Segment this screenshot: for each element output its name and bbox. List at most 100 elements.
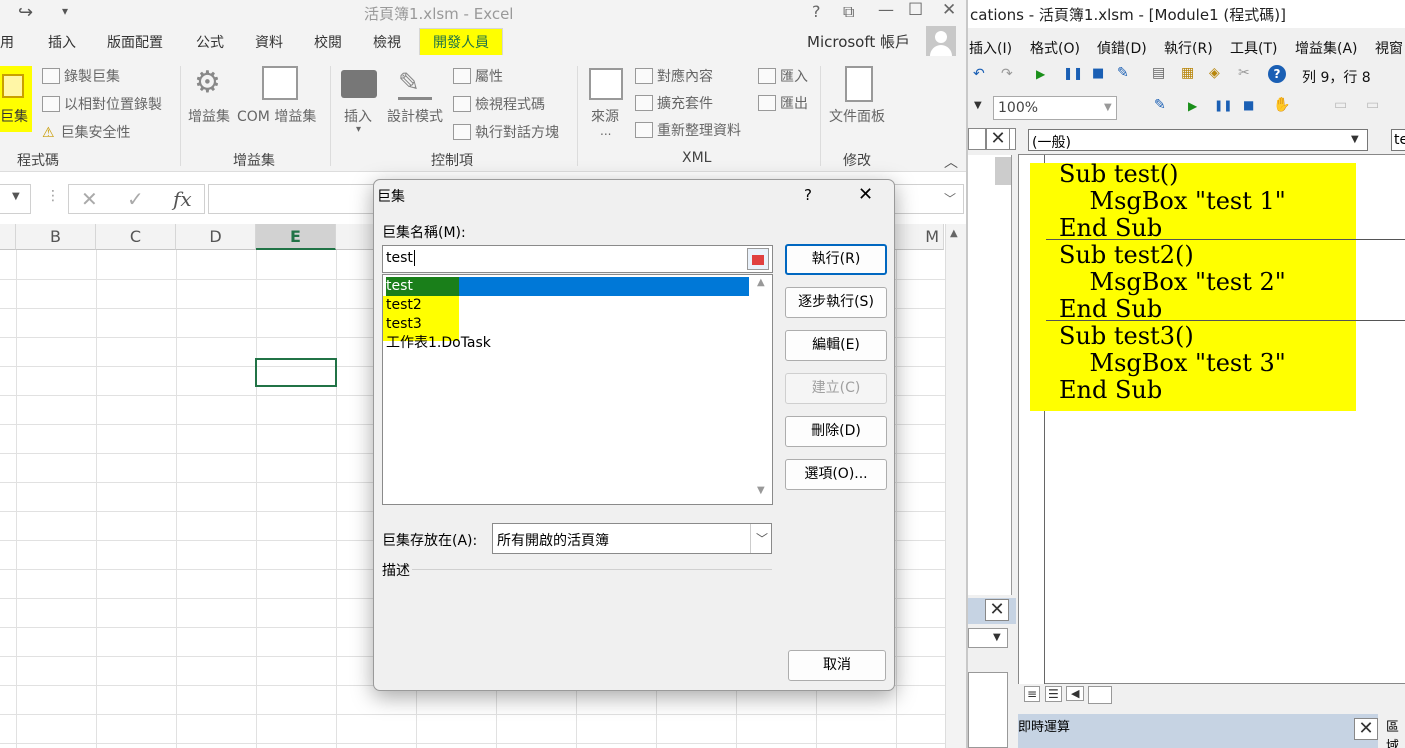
object-browser-icon[interactable]: ◈ xyxy=(1209,65,1220,81)
record-macro-button[interactable]: 錄製巨集 xyxy=(42,66,120,86)
menu-tools[interactable]: 工具(T) xyxy=(1230,38,1277,58)
list-scrollbar[interactable]: ▲ ▼ xyxy=(753,275,772,504)
properties-pane-dropdown[interactable]: ▼ xyxy=(968,628,1008,648)
help-icon[interactable]: ? xyxy=(1268,65,1286,83)
column-header-b[interactable]: B xyxy=(16,224,96,250)
macro-list[interactable]: test test2 test3 工作表1.DoTask ▲ ▼ xyxy=(382,274,773,505)
code-editor[interactable]: Sub test() MsgBox "test 1" End Sub Sub t… xyxy=(1018,154,1405,685)
run-button[interactable]: 執行(R) xyxy=(785,244,887,275)
toolbox-icon[interactable]: ✂ xyxy=(1238,65,1250,81)
step-into-button[interactable]: 逐步執行(S) xyxy=(785,287,887,318)
properties-grid[interactable] xyxy=(968,672,1008,748)
tab-home[interactable]: 用 xyxy=(0,32,14,52)
close-button[interactable]: ✕ xyxy=(942,0,956,20)
maximize-button[interactable]: ☐ xyxy=(908,0,923,20)
code-line[interactable]: Sub test2() xyxy=(1059,242,1194,269)
macro-security-button[interactable]: ⚠ 巨集安全性 xyxy=(42,122,131,142)
module-view-icon[interactable]: ☰ xyxy=(1045,686,1062,702)
zoom-dropdown[interactable]: 100% ▼ xyxy=(993,96,1117,120)
stop-icon[interactable]: ■ xyxy=(1243,98,1254,112)
active-cell[interactable] xyxy=(255,358,337,387)
tab-developer[interactable]: 開發人員 xyxy=(419,28,503,55)
name-box-dropdown-icon[interactable]: ▼ xyxy=(12,191,20,202)
code-line[interactable]: MsgBox "test 1" xyxy=(1059,188,1286,215)
code-line[interactable]: End Sub xyxy=(1059,296,1162,323)
enter-icon[interactable]: ✓ xyxy=(127,187,144,211)
immediate-close-icon[interactable]: ✕ xyxy=(1354,718,1378,740)
run-icon[interactable]: ▶ xyxy=(1036,67,1045,81)
list-scroll-down-icon[interactable]: ▼ xyxy=(757,485,765,496)
object-dropdown[interactable]: (一般) ▼ xyxy=(1028,129,1368,151)
create-button[interactable]: 建立(C) xyxy=(785,373,887,404)
properties-window-icon[interactable]: ▦ xyxy=(1181,65,1194,81)
collapse-ribbon-icon[interactable]: ︿ xyxy=(944,152,958,172)
code-window-close-icon[interactable]: ✕ xyxy=(986,128,1010,150)
undo-icon[interactable]: ↶ xyxy=(973,66,985,82)
map-properties-button[interactable]: 對應內容 xyxy=(635,66,713,86)
edit-design-icon[interactable]: ✎ xyxy=(1154,97,1166,113)
insert-control-button[interactable]: 插入 xyxy=(344,106,372,126)
break-icon[interactable]: ❚❚ xyxy=(1063,66,1083,80)
code-line[interactable]: MsgBox "test 2" xyxy=(1059,269,1286,296)
reset-icon[interactable]: ■ xyxy=(1092,66,1104,81)
refresh-data-button[interactable]: 重新整理資料 xyxy=(635,120,741,140)
options-button[interactable]: 選項(O)... xyxy=(785,459,887,490)
macro-name-input[interactable]: test xyxy=(382,245,773,273)
code-line[interactable]: MsgBox "test 3" xyxy=(1059,350,1286,377)
properties-pane-close-icon[interactable]: ✕ xyxy=(985,599,1009,621)
menu-window[interactable]: 視窗 xyxy=(1375,38,1403,58)
addins-button[interactable]: 增益集 xyxy=(188,106,230,126)
relative-reference-button[interactable]: 以相對位置錄製 xyxy=(42,94,162,114)
list-item[interactable]: test2 xyxy=(386,296,422,315)
xml-source-button[interactable]: 來源 xyxy=(591,106,619,126)
expansion-packs-button[interactable]: 擴充套件 xyxy=(635,93,713,113)
redo-icon[interactable]: ↷ xyxy=(1001,66,1013,82)
properties-button[interactable]: 屬性 xyxy=(453,66,503,86)
column-header-d[interactable]: D xyxy=(176,224,256,250)
cancel-icon[interactable]: ✕ xyxy=(81,187,98,211)
object-dropdown-icon[interactable]: ▼ xyxy=(1351,134,1359,145)
tab-data[interactable]: 資料 xyxy=(255,32,283,52)
delete-button[interactable]: 刪除(D) xyxy=(785,416,887,447)
dialog-close-icon[interactable]: ✕ xyxy=(858,184,873,205)
expand-formula-icon[interactable]: ﹀ xyxy=(944,190,956,207)
macros-in-dropdown-icon[interactable]: ﹀ xyxy=(756,530,768,547)
hand-icon[interactable]: ✋ xyxy=(1273,97,1290,113)
avatar[interactable] xyxy=(926,26,956,56)
tab-review[interactable]: 校閱 xyxy=(314,32,342,52)
redo-icon[interactable]: ↪ xyxy=(18,2,33,23)
properties-dropdown-icon[interactable]: ▼ xyxy=(993,632,1001,643)
ribbon-display-icon[interactable]: ⧉ xyxy=(843,2,854,22)
minimize-button[interactable]: — xyxy=(878,0,894,19)
menu-addins[interactable]: 增益集(A) xyxy=(1295,38,1358,58)
vertical-scrollbar[interactable]: ▲ xyxy=(945,224,966,748)
code-line[interactable]: End Sub xyxy=(1059,215,1162,242)
collapse-dialog-icon[interactable] xyxy=(747,248,769,270)
menu-insert[interactable]: 插入(I) xyxy=(969,38,1012,58)
list-item[interactable]: test3 xyxy=(386,315,422,334)
run-dialog-button[interactable]: 執行對話方塊 xyxy=(453,122,559,142)
name-box[interactable]: ▼ xyxy=(0,184,31,214)
edit-button[interactable]: 編輯(E) xyxy=(785,330,887,361)
customize-qat-icon[interactable]: ▾ xyxy=(62,4,68,18)
tab-formulas[interactable]: 公式 xyxy=(196,32,224,52)
procedure-dropdown[interactable]: te xyxy=(1391,129,1405,151)
column-header-a[interactable] xyxy=(0,224,16,250)
list-item[interactable]: test xyxy=(386,277,413,296)
menu-run[interactable]: 執行(R) xyxy=(1164,38,1213,58)
project-pane[interactable] xyxy=(968,155,1012,595)
insert-dropdown-icon[interactable]: ▾ xyxy=(356,124,361,135)
pause-icon[interactable]: ❚❚ xyxy=(1214,99,1232,112)
code-line[interactable]: Sub test() xyxy=(1059,161,1178,188)
macros-in-select[interactable]: 所有開啟的活頁簿 ﹀ xyxy=(492,523,772,554)
scroll-left-icon[interactable]: ◀ xyxy=(1066,686,1085,701)
project-pane-scrollbar[interactable] xyxy=(995,157,1011,185)
insert-function-icon[interactable]: fx xyxy=(173,187,192,211)
design-icon[interactable]: ✎ xyxy=(1117,65,1129,81)
view-code-button[interactable]: 檢視程式碼 xyxy=(453,94,545,114)
list-scroll-up-icon[interactable]: ▲ xyxy=(757,277,765,288)
column-header-e[interactable]: E xyxy=(256,224,336,250)
dialog-help-icon[interactable]: ? xyxy=(804,186,812,204)
toolbar-dropdown-icon[interactable]: ▼ xyxy=(974,100,982,111)
project-explorer-icon[interactable]: ▤ xyxy=(1152,65,1165,81)
